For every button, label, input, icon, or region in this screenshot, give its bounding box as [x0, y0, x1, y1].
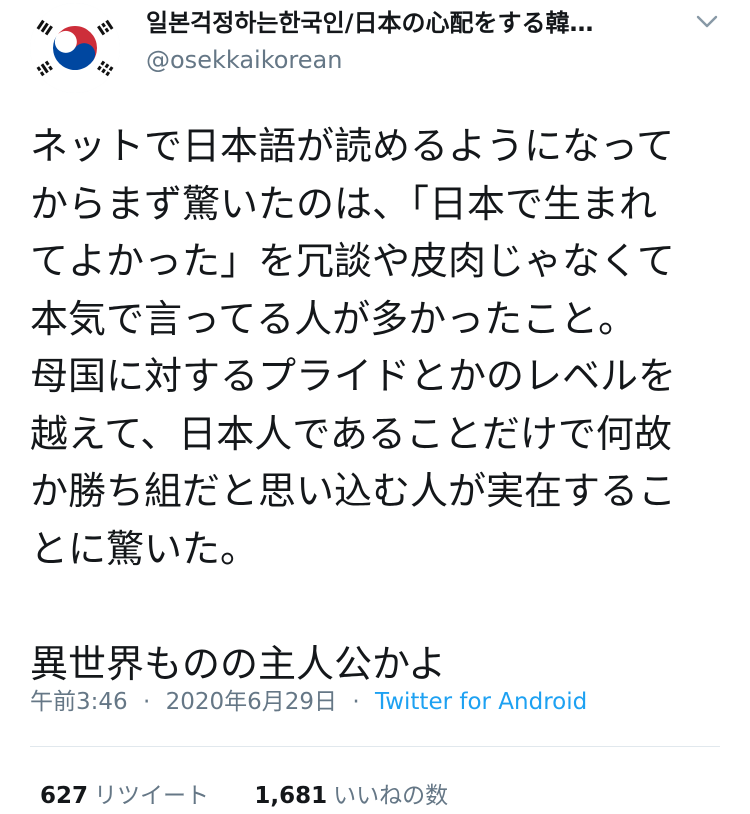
- retweets-stat[interactable]: 627 リツイート: [40, 783, 216, 809]
- tweet-text-line: 越えて、日本人であることだけで何故: [30, 411, 672, 456]
- divider: [30, 746, 720, 747]
- tweet-text-line: [30, 578, 730, 636]
- tweet-text-line: からまず驚いたのは、「日本で生まれ: [30, 181, 658, 226]
- tweet-text-line: 母国に対するプライドとかのレベルを: [30, 354, 677, 398]
- korean-flag-icon: [30, 3, 120, 93]
- meta-separator: ·: [142, 689, 151, 715]
- likes-label: いいねの数: [333, 783, 449, 809]
- tweet-stats: 627 リツイート 1,681 いいねの数: [40, 778, 486, 814]
- retweets-label: リツイート: [94, 783, 210, 809]
- tweet-source-link[interactable]: Twitter for Android: [375, 689, 587, 715]
- tweet-date[interactable]: 2020年6月29日: [166, 689, 337, 715]
- meta-separator: ·: [352, 689, 360, 715]
- tweet-meta: 午前3:46 · 2020年6月29日 · Twitter for Androi…: [30, 684, 587, 720]
- tweet-time[interactable]: 午前3:46: [30, 689, 128, 715]
- tweet-text: ネットで日本語が読めるようになって からまず驚いたのは、「日本で生まれ てよかっ…: [30, 118, 730, 693]
- tweet-text-line: 本気で言ってる人が多かったこと。: [30, 296, 637, 341]
- likes-stat[interactable]: 1,681 いいねの数: [254, 783, 448, 809]
- tweet-text-line: とに驚いた。: [30, 526, 259, 571]
- retweets-count: 627: [40, 783, 89, 809]
- avatar[interactable]: [30, 3, 120, 93]
- user-handle[interactable]: @osekkaikorean: [146, 43, 342, 77]
- tweet-text-line: ネットで日本語が読めるようになって: [30, 124, 675, 168]
- likes-count: 1,681: [254, 783, 328, 809]
- tweet-text-line: てよかった」を冗談や皮肉じゃなくて: [30, 239, 675, 283]
- tweet-text-line: か勝ち組だと思い込む人が実在するこ: [30, 469, 677, 513]
- display-name[interactable]: 일본걱정하는한국인/日本の心配をする韓…: [146, 6, 666, 40]
- tweet-detail: 일본걱정하는한국인/日本の心配をする韓… @osekkaikorean ネットで…: [0, 0, 750, 813]
- chevron-down-icon[interactable]: [694, 8, 720, 34]
